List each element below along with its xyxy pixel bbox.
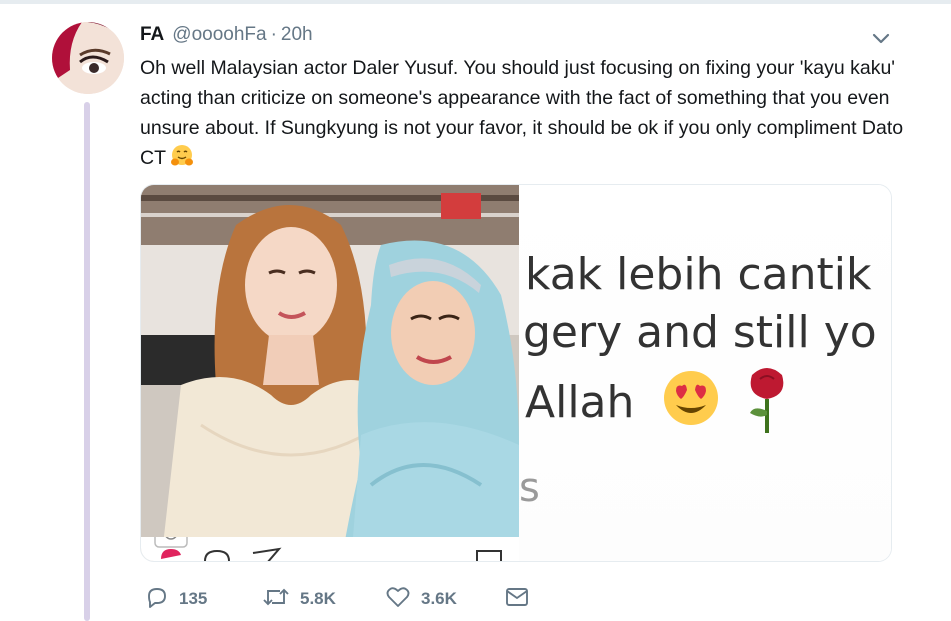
direct-message-button[interactable] xyxy=(504,584,530,614)
screenshot-line-3-text: Allah xyxy=(525,377,635,428)
retweet-button[interactable]: 5.8K xyxy=(262,584,336,614)
separator-dot: · xyxy=(270,24,277,45)
retweet-count: 5.8K xyxy=(300,589,336,608)
screenshot-line-3: Allah xyxy=(525,365,792,435)
tweet-actions: 135 5.8K 3.6K xyxy=(140,584,540,614)
comment-screenshot[interactable]: kak lebih cantik gery and still yo Allah… xyxy=(519,185,891,561)
avatar-image xyxy=(52,22,124,94)
tweet-text: Oh well Malaysian actor Daler Yusuf. You… xyxy=(140,57,904,169)
retweet-icon xyxy=(262,585,290,614)
display-name[interactable]: FA xyxy=(140,24,164,46)
user-handle[interactable]: @oooohFa xyxy=(172,24,266,46)
reply-count: 135 xyxy=(179,589,208,608)
tweet-media[interactable]: kak lebih cantik gery and still yo Allah… xyxy=(140,184,892,562)
reply-button[interactable]: 135 xyxy=(145,584,207,614)
like-count: 3.6K xyxy=(421,589,457,608)
like-button[interactable]: 3.6K xyxy=(385,584,457,614)
tweet-timestamp[interactable]: 20h xyxy=(281,24,313,46)
photo-two-women[interactable] xyxy=(141,185,519,561)
heart-eyes-emoji-icon xyxy=(664,371,719,425)
instagram-action-bar xyxy=(141,516,519,561)
reply-icon xyxy=(145,585,169,614)
screenshot-line-1: kak lebih cantik xyxy=(525,249,872,300)
thread-line xyxy=(84,102,90,621)
hugging-face-icon xyxy=(170,144,194,177)
screenshot-line-2: gery and still yo xyxy=(523,307,877,358)
avatar[interactable] xyxy=(52,22,124,94)
envelope-icon xyxy=(504,585,530,614)
screenshot-line-4: s xyxy=(519,465,540,511)
rose-emoji-icon xyxy=(750,368,784,433)
tweet-text-block: Oh well Malaysian actor Daler Yusuf. You… xyxy=(140,53,910,177)
tweet-header: FA @oooohFa · 20h xyxy=(140,24,313,50)
timeline-divider xyxy=(0,0,951,4)
chevron-down-icon[interactable] xyxy=(870,28,892,48)
heart-icon xyxy=(385,585,411,614)
